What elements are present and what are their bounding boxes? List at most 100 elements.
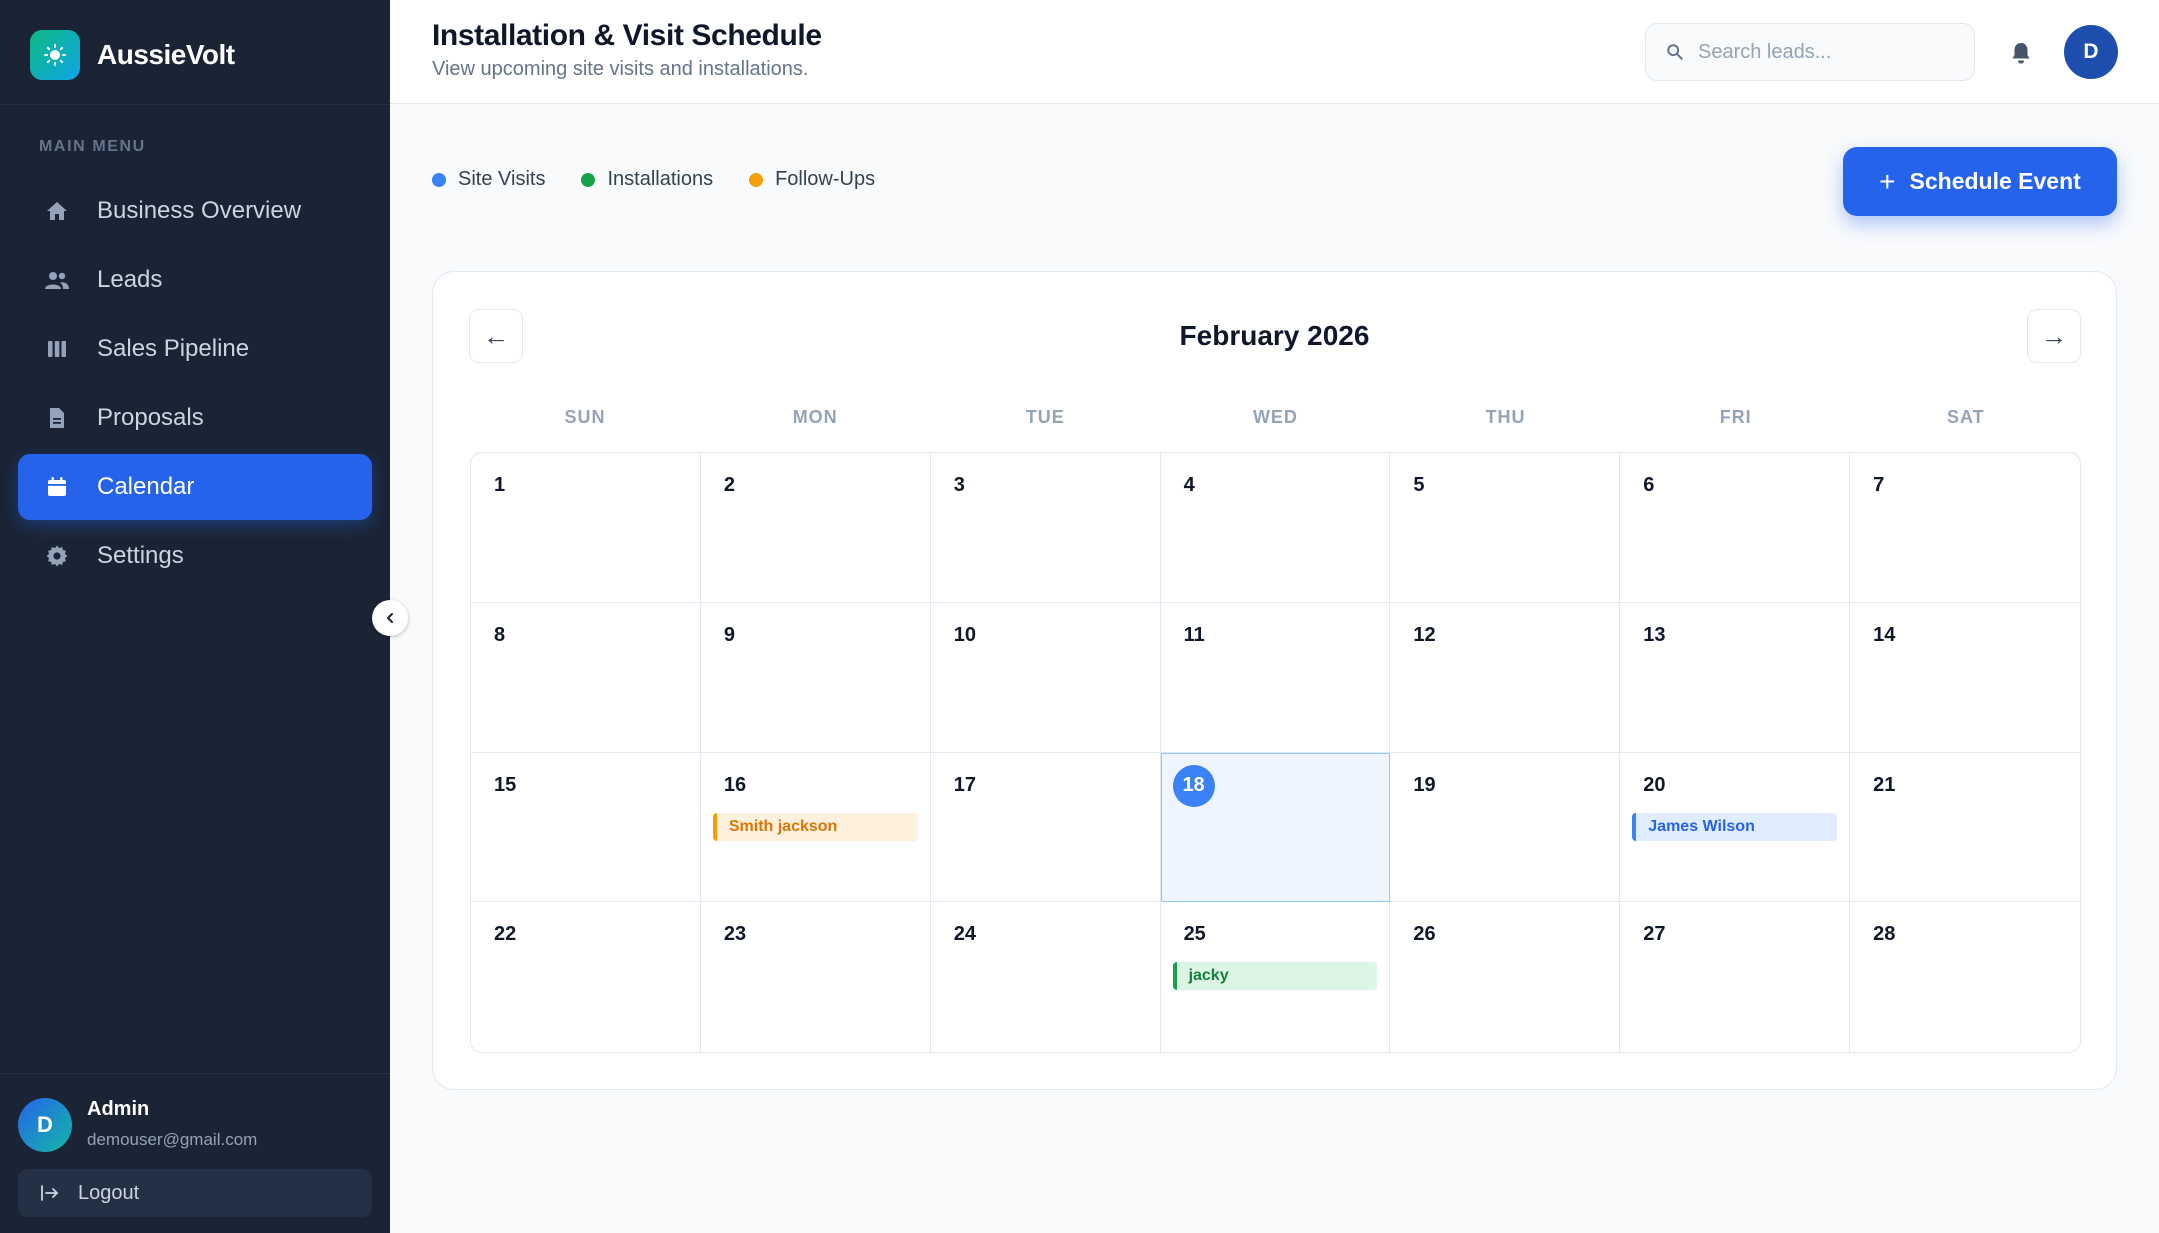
- chevron-left-icon: [384, 612, 396, 624]
- calendar-card: ← February 2026 → SUN MON TUE WED THU FRI SAT …: [432, 271, 2117, 1090]
- avatar[interactable]: D: [2064, 25, 2118, 79]
- calendar-day-cell[interactable]: 3: [930, 453, 1161, 603]
- sidebar-item-calendar[interactable]: Calendar: [18, 454, 372, 520]
- day-number: 27: [1643, 923, 1666, 946]
- legend-dot: [581, 172, 596, 187]
- day-number: 21: [1873, 773, 1896, 796]
- calendar-day-cell[interactable]: 24: [931, 902, 1161, 1052]
- month-title: February 2026: [1179, 320, 1370, 351]
- calendar-day-cell[interactable]: 7: [1850, 453, 2080, 603]
- weekday-label: TUE: [1025, 407, 1065, 427]
- calendar-day-cell[interactable]: 10: [930, 602, 1161, 753]
- users-icon: [42, 265, 72, 295]
- calendar-day-cell[interactable]: 6: [1620, 453, 1851, 603]
- legend-item-site-visits: Site Visits: [432, 168, 545, 191]
- logout-icon: [40, 1183, 60, 1203]
- logout-button[interactable]: Logout: [18, 1169, 372, 1217]
- calendar-day-cell[interactable]: 28: [1850, 902, 2080, 1052]
- day-number: 4: [1183, 474, 1195, 496]
- day-number: 13: [1643, 623, 1666, 646]
- gear-icon: [42, 541, 72, 571]
- day-number: 14: [1873, 623, 1896, 646]
- day-number: 24: [953, 923, 976, 946]
- day-number: 8: [494, 623, 506, 646]
- weekday-label: SAT: [1946, 407, 1985, 427]
- calendar-day-cell[interactable]: 18: [1160, 752, 1391, 903]
- sidebar-item-business-overview[interactable]: Business Overview: [18, 178, 372, 244]
- avatar[interactable]: D: [18, 1098, 72, 1152]
- logout-label: Logout: [78, 1181, 140, 1204]
- user-name: Admin: [87, 1098, 150, 1120]
- calendar-day-cell[interactable]: 4: [1160, 453, 1391, 603]
- sidebar-item-label: Proposals: [97, 404, 204, 431]
- day-number: 12: [1413, 623, 1436, 646]
- brand[interactable]: AussieVolt: [30, 30, 235, 80]
- legend-item-installations: Installations: [581, 168, 713, 191]
- schedule-event-label: Schedule Event: [1909, 168, 2081, 194]
- calendar-day-cell[interactable]: 17: [930, 752, 1161, 903]
- day-number: 26: [1413, 923, 1436, 946]
- calendar-day-cell[interactable]: 15: [471, 752, 701, 903]
- calendar-day-cell[interactable]: 21: [1850, 753, 2080, 903]
- calendar-day-cell[interactable]: 23: [701, 902, 931, 1052]
- calendar-day-cell[interactable]: 25 jacky: [1161, 902, 1391, 1052]
- sidebar-item-settings[interactable]: Settings: [18, 523, 372, 589]
- home-icon: [42, 196, 72, 226]
- day-number: 10: [953, 623, 976, 646]
- calendar-day-cell[interactable]: 9: [700, 602, 931, 753]
- sidebar-item-sales-pipeline[interactable]: Sales Pipeline: [18, 316, 372, 382]
- day-number: 2: [723, 474, 735, 496]
- sidebar-item-label: Business Overview: [97, 197, 302, 224]
- calendar-day-cell[interactable]: 14: [1850, 603, 2080, 753]
- page-title: Installation & Visit Schedule: [432, 19, 822, 52]
- sidebar-item-leads[interactable]: Leads: [18, 247, 372, 313]
- day-number: 25: [1183, 923, 1206, 946]
- weekday-label: THU: [1485, 407, 1526, 427]
- next-month-button[interactable]: →: [2027, 309, 2081, 363]
- calendar-day-cell[interactable]: 5: [1390, 453, 1621, 603]
- calendar-day-cell[interactable]: 22: [471, 902, 701, 1052]
- calendar-event[interactable]: jacky: [1172, 962, 1378, 991]
- calendar-grid: 1 2 3 4 5 6 7 8 9 10 11 12 13 14 15 16 Smith jackson 17 18…: [470, 452, 2081, 1053]
- calendar-day-cell[interactable]: 26: [1390, 902, 1621, 1052]
- calendar-day-cell[interactable]: 27: [1620, 902, 1851, 1052]
- sidebar-item-label: Sales Pipeline: [97, 335, 250, 362]
- calendar-day-cell[interactable]: 20 James Wilson: [1620, 752, 1851, 903]
- legend-label: Installations: [607, 168, 714, 190]
- calendar-event[interactable]: James Wilson: [1632, 812, 1838, 841]
- search-box: [1645, 23, 1975, 81]
- legend-label: Site Visits: [458, 168, 546, 190]
- sun-icon: [30, 30, 80, 80]
- search-icon: [1666, 43, 1684, 61]
- calendar-day-cell[interactable]: 13: [1620, 602, 1851, 753]
- day-number: 23: [723, 923, 747, 946]
- calendar-day-cell[interactable]: 11: [1160, 602, 1391, 753]
- calendar-day-cell[interactable]: 1: [471, 453, 701, 603]
- search-input[interactable]: [1698, 40, 1948, 64]
- day-number: 7: [1873, 474, 1885, 496]
- calendar-day-cell[interactable]: 8: [471, 602, 701, 753]
- weekday-label: WED: [1252, 407, 1298, 427]
- weekday-label: MON: [792, 407, 838, 427]
- menu-heading: MAIN MENU: [39, 138, 146, 155]
- day-number: 1: [494, 474, 506, 496]
- sidebar-item-label: Calendar: [97, 473, 195, 500]
- document-icon: [42, 403, 72, 433]
- top-header: Installation & Visit Schedule View upcom…: [390, 0, 2159, 104]
- calendar-day-cell[interactable]: 19: [1390, 752, 1621, 903]
- weekday-header: SUN MON TUE WED THU FRI SAT: [470, 407, 2081, 428]
- day-number: 9: [723, 623, 735, 646]
- today-badge: 18: [1172, 764, 1215, 807]
- divider: [0, 1073, 390, 1074]
- sidebar-item-proposals[interactable]: Proposals: [18, 385, 372, 451]
- schedule-event-button[interactable]: + Schedule Event: [1843, 147, 2117, 216]
- calendar-day-cell[interactable]: 12: [1390, 602, 1621, 753]
- calendar-event[interactable]: Smith jackson: [712, 812, 918, 841]
- main-nav: Business Overview Leads Sales Pipeline P…: [18, 178, 372, 592]
- legend: Site Visits Installations Follow-Ups: [432, 168, 911, 191]
- bell-icon[interactable]: [2006, 38, 2036, 68]
- calendar-day-cell[interactable]: 2: [700, 453, 931, 603]
- collapse-sidebar-button[interactable]: [372, 600, 408, 636]
- calendar-day-cell[interactable]: 16 Smith jackson: [700, 752, 931, 903]
- sidebar-item-label: Settings: [97, 542, 184, 569]
